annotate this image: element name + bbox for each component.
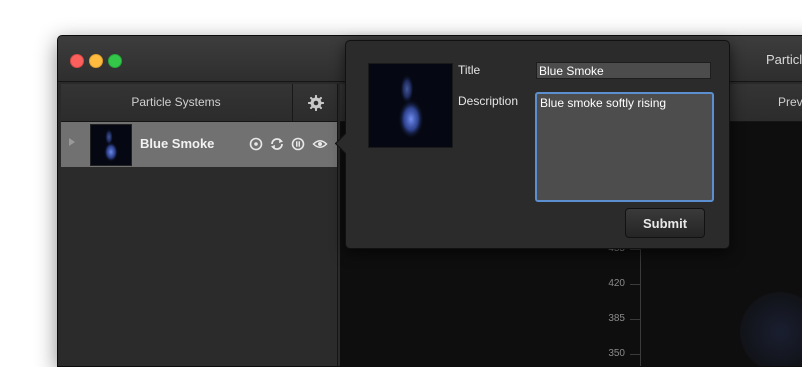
popover-thumbnail (368, 63, 453, 148)
pause-icon[interactable] (290, 136, 306, 152)
blue-smoke-thumbnail (90, 124, 132, 166)
description-field[interactable]: Blue smoke softly rising (535, 92, 714, 202)
description-label: Description (458, 94, 519, 108)
axis-tick (630, 319, 640, 320)
particle-glow (740, 292, 802, 366)
title-label: Title (458, 63, 481, 77)
sidebar-header: Particle Systems (61, 84, 337, 122)
eye-icon[interactable] (312, 136, 328, 152)
preview-tab[interactable]: Prev (778, 95, 802, 109)
particle-systems-sidebar: Particle Systems Blue Smoke (61, 84, 338, 366)
settings-button[interactable] (292, 84, 338, 121)
gear-icon (307, 94, 324, 111)
minimize-window-button[interactable] (89, 54, 103, 68)
edit-particle-popover: Title Description Blue smoke softly risi… (334, 40, 730, 249)
particle-system-name: Blue Smoke (140, 136, 215, 151)
window-title: Particl (766, 52, 802, 67)
refresh-icon[interactable] (269, 136, 285, 152)
particle-system-row[interactable]: Blue Smoke (61, 122, 337, 167)
axis-tick-label: 385 (608, 313, 625, 324)
axis-tick (630, 284, 640, 285)
target-icon[interactable] (248, 136, 264, 152)
axis-tick-label: 420 (608, 278, 625, 289)
zoom-window-button[interactable] (108, 54, 122, 68)
axis-tick (630, 354, 640, 355)
submit-button[interactable]: Submit (625, 208, 705, 238)
title-field[interactable] (536, 62, 711, 79)
axis-tick (630, 249, 640, 250)
close-window-button[interactable] (70, 54, 84, 68)
disclosure-arrow-icon[interactable] (69, 138, 75, 146)
sidebar-title: Particle Systems (131, 95, 221, 109)
